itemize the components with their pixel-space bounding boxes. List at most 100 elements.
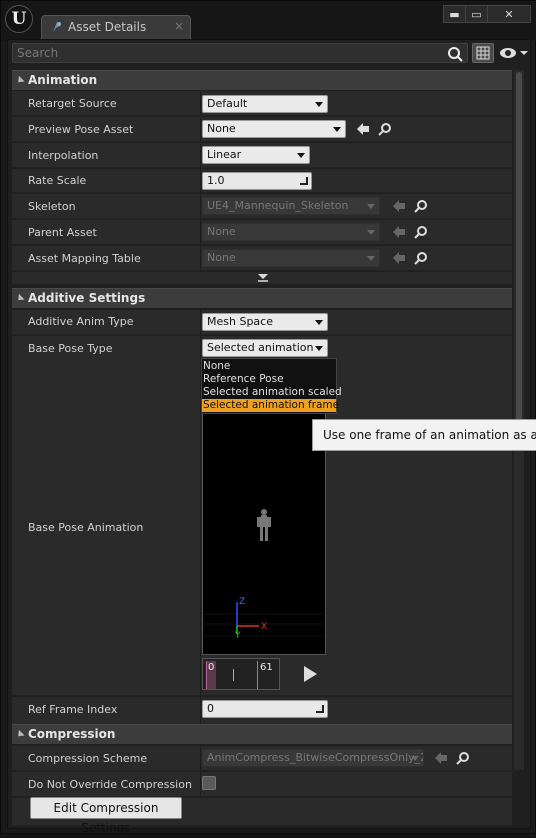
search-input[interactable]	[17, 45, 437, 61]
property-label: Parent Asset	[28, 226, 97, 239]
combo-value: Mesh Space	[207, 315, 273, 328]
base-pose-type-combo[interactable]: Selected animation	[202, 339, 328, 357]
svg-text:Z: Z	[239, 597, 245, 607]
additive-anim-type-combo[interactable]: Mesh Space	[202, 313, 328, 331]
skeleton-combo: UE4_Mannequin_Skeleton	[202, 197, 380, 215]
retarget-source-combo[interactable]: Default	[202, 95, 328, 113]
asset-details-window: U Asset Details × ▬ ▭ ✕ Animation Retarg…	[0, 0, 536, 835]
property-matrix-button[interactable]	[472, 43, 494, 63]
column-divider[interactable]	[200, 746, 201, 770]
chevron-down-icon	[411, 756, 419, 761]
category-compression[interactable]: Compression	[12, 724, 512, 744]
view-options-eye-icon[interactable]	[498, 45, 528, 61]
category-additive-settings[interactable]: Additive Settings	[12, 288, 512, 308]
minimize-button[interactable]: ▬	[444, 6, 466, 22]
category-title: Animation	[28, 73, 98, 87]
property-label: Interpolation	[28, 149, 99, 162]
input-value: 1.0	[207, 174, 225, 187]
property-label: Do Not Override Compression	[28, 778, 192, 791]
column-divider[interactable]	[200, 246, 201, 270]
play-icon[interactable]	[301, 665, 319, 683]
animation-timeline-scrubber[interactable]: 0 61	[202, 658, 280, 690]
row-parent-asset: Parent Asset None	[12, 220, 512, 245]
column-divider[interactable]	[200, 194, 201, 218]
do-not-override-checkbox[interactable]	[202, 776, 216, 790]
chevron-down-icon	[367, 256, 375, 261]
timeline-playhead[interactable]	[233, 669, 234, 681]
rate-scale-input[interactable]: 1.0	[202, 172, 312, 190]
combo-value: None	[207, 251, 236, 264]
row-compression-scheme: Compression Scheme AnimCompress_BitwiseC…	[12, 746, 512, 771]
property-label: Retarget Source	[28, 97, 117, 110]
search-icon[interactable]	[447, 46, 463, 62]
row-asset-mapping-table: Asset Mapping Table None	[12, 246, 512, 271]
column-divider[interactable]	[200, 117, 201, 141]
use-selected-arrow-icon	[393, 226, 405, 238]
column-divider[interactable]	[200, 310, 201, 334]
dropdown-option-reference-pose[interactable]: Reference Pose	[202, 373, 336, 386]
chevron-down-icon	[333, 127, 341, 132]
asset-details-icon	[53, 22, 61, 32]
edit-compression-settings-button[interactable]: Edit Compression Settings	[30, 797, 182, 835]
row-do-not-override: Do Not Override Compression	[12, 772, 512, 797]
column-divider[interactable]	[200, 169, 201, 192]
asset-mapping-table-combo: None	[202, 249, 380, 267]
browse-magnifier-icon[interactable]	[378, 122, 392, 136]
dropdown-option-none[interactable]: None	[202, 360, 336, 373]
chevron-down-icon	[367, 204, 375, 209]
combo-value: UE4_Mannequin_Skeleton	[207, 199, 349, 212]
collapse-arrow-icon	[15, 75, 25, 86]
use-selected-arrow-icon	[435, 752, 447, 764]
dropdown-option-selected-animation-scaled[interactable]: Selected animation scaled	[202, 386, 342, 399]
property-label: Ref Frame Index	[28, 703, 118, 716]
dropdown-option-selected-animation-frame[interactable]: Selected animation frame	[202, 399, 339, 412]
property-label: Base Pose Animation	[28, 521, 144, 534]
column-divider[interactable]	[200, 772, 201, 796]
column-divider[interactable]	[200, 91, 201, 115]
row-rate-scale: Rate Scale 1.0	[12, 169, 512, 193]
column-divider[interactable]	[200, 220, 201, 244]
parent-asset-combo: None	[202, 223, 380, 241]
preview-scene: Z X Y	[203, 509, 325, 641]
timeline-end-frame: 61	[257, 661, 277, 689]
compression-scheme-combo: AnimCompress_BitwiseCompressOnly_2	[202, 749, 424, 767]
use-selected-arrow-icon	[393, 252, 405, 264]
window-controls: ▬ ▭ ✕	[443, 5, 531, 23]
browse-magnifier-icon[interactable]	[414, 199, 428, 213]
preview-pose-asset-combo[interactable]: None	[202, 120, 346, 138]
tab-close-icon[interactable]: ×	[174, 19, 184, 33]
browse-magnifier-icon[interactable]	[456, 751, 470, 765]
use-selected-arrow-icon[interactable]	[356, 122, 370, 136]
title-bar: U Asset Details × ▬ ▭ ✕	[1, 1, 536, 41]
close-button[interactable]: ✕	[488, 6, 530, 22]
category-title: Compression	[28, 727, 116, 741]
mannequin-figure	[257, 509, 271, 541]
combo-value: Default	[207, 97, 248, 110]
tab-asset-details[interactable]: Asset Details ×	[41, 15, 191, 39]
svg-text:X: X	[261, 622, 267, 632]
row-skeleton: Skeleton UE4_Mannequin_Skeleton	[12, 194, 512, 219]
browse-magnifier-icon[interactable]	[414, 225, 428, 239]
property-label: Rate Scale	[28, 174, 87, 187]
row-retarget-source: Retarget Source Default	[12, 91, 512, 116]
animation-preview-viewport[interactable]: Z X Y	[202, 413, 326, 655]
unreal-logo: U	[5, 5, 33, 33]
chevron-down-icon	[297, 153, 305, 158]
combo-value: None	[207, 122, 236, 135]
search-bar	[12, 43, 468, 63]
column-divider[interactable]	[200, 143, 201, 167]
collapse-arrow-icon	[15, 293, 25, 304]
maximize-button[interactable]: ▭	[466, 6, 488, 22]
interpolation-combo[interactable]: Linear	[202, 146, 310, 164]
browse-magnifier-icon[interactable]	[414, 251, 428, 265]
option-tooltip: Use one frame of an animation as a base	[312, 419, 536, 451]
scrollbar-thumb[interactable]	[516, 72, 522, 422]
column-divider[interactable]	[200, 697, 201, 724]
property-label: Skeleton	[28, 200, 76, 213]
advanced-expander[interactable]	[12, 272, 512, 284]
category-animation[interactable]: Animation	[12, 70, 512, 90]
grid-icon	[476, 46, 490, 60]
chevron-down-icon	[315, 102, 323, 107]
ref-frame-index-input[interactable]: 0	[202, 700, 328, 718]
svg-text:Y: Y	[234, 631, 241, 641]
